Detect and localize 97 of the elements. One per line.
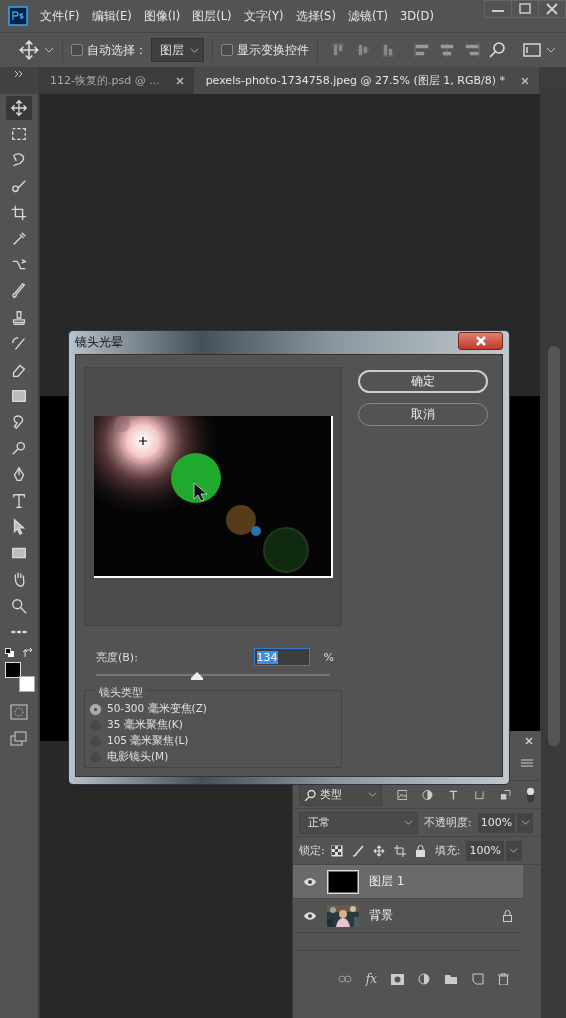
checkbox[interactable]	[71, 44, 83, 56]
menu-item[interactable]: 编辑(E)	[91, 8, 132, 24]
lens-option-label[interactable]: 电影镜头(M)	[107, 750, 169, 764]
trash-icon[interactable]	[498, 973, 509, 985]
close-button[interactable]	[458, 332, 503, 350]
menu-item[interactable]: 选择(S)	[295, 8, 336, 24]
lens-option-label[interactable]: 50-300 毫米变焦(Z)	[107, 702, 207, 716]
search-icon	[304, 788, 316, 801]
eye-icon[interactable]	[303, 876, 317, 887]
document-tab[interactable]: pexels-photo-1734758.jpeg @ 27.5% (图层 1, RGB/8) *	[193, 67, 539, 94]
radio-button[interactable]	[89, 702, 102, 716]
search-icon[interactable]	[488, 41, 506, 59]
fill-label: 填充:	[434, 843, 461, 858]
menu-item[interactable]: 3D(D)	[399, 9, 434, 23]
layer-thumbnail	[327, 869, 359, 894]
slider-thumb[interactable]	[190, 672, 203, 680]
lock-pixels-icon[interactable]	[330, 844, 343, 857]
new-layer-icon[interactable]	[472, 973, 484, 985]
zoom-icon	[10, 596, 28, 615]
brightness-label: 亮度(B):	[96, 649, 138, 665]
caret-icon	[404, 819, 413, 826]
auto-select-label: 自动选择：	[87, 41, 147, 59]
brush-icon	[10, 282, 28, 301]
opacity-label: 不透明度:	[424, 815, 472, 830]
close-icon[interactable]	[538, 0, 566, 18]
ok-button[interactable]: 确定	[358, 370, 488, 393]
brightness-field[interactable]: 134	[253, 648, 310, 666]
caret-icon	[520, 819, 530, 826]
menu-item[interactable]: 滤镜(T)	[347, 8, 388, 24]
background-color-swatch[interactable]	[19, 675, 35, 692]
lens-option-label[interactable]: 105 毫米聚焦(L)	[107, 734, 189, 748]
swap-colors-icon[interactable]	[23, 647, 33, 658]
opacity-field[interactable]: 100%	[477, 812, 516, 833]
menu-item[interactable]: 文字(Y)	[243, 8, 284, 24]
toggle-icon[interactable]	[525, 785, 535, 804]
screen-mode-icon[interactable]	[10, 729, 28, 746]
type-icon	[10, 491, 28, 510]
move-icon[interactable]	[18, 39, 40, 61]
folder-icon[interactable]	[444, 973, 458, 985]
filter-dropdown[interactable]: 类型	[299, 783, 382, 806]
lens-option-label[interactable]: 35 毫米聚焦(K)	[107, 718, 183, 732]
maximize-icon[interactable]	[511, 0, 539, 18]
stamp-icon	[10, 308, 28, 327]
adjustment-icon[interactable]	[418, 973, 430, 985]
lens-type-legend: 镜头类型	[95, 685, 147, 700]
move-icon[interactable]	[372, 844, 385, 857]
layer-row[interactable]: 图层 1	[293, 865, 523, 899]
brush-icon[interactable]	[351, 844, 364, 857]
eye-icon[interactable]	[303, 910, 317, 921]
menu-item[interactable]: 图层(L)	[192, 8, 232, 24]
workspace-icon[interactable]	[522, 42, 542, 58]
foreground-color-swatch[interactable]	[5, 661, 21, 678]
caret-icon[interactable]	[44, 46, 54, 54]
caret-icon	[190, 46, 199, 54]
show-transform-label: 显示变换控件	[237, 41, 309, 59]
adjustment-filter-icon[interactable]	[422, 788, 434, 801]
move-icon	[10, 99, 28, 117]
menu-item[interactable]: 文件(F)	[40, 8, 80, 24]
percent-unit: %	[323, 650, 334, 664]
link-icon[interactable]	[337, 975, 352, 983]
layer-name: 背景	[369, 907, 393, 924]
layer-name: 图层 1	[369, 873, 405, 890]
close-icon[interactable]	[521, 76, 529, 85]
caret-icon[interactable]	[546, 46, 556, 54]
shape-filter-icon[interactable]	[474, 788, 486, 801]
layer-style-button[interactable]: fx	[365, 972, 377, 986]
dialog-title: 镜头光晕	[75, 334, 123, 351]
cancel-button[interactable]: 取消	[358, 403, 488, 426]
checkbox[interactable]	[221, 44, 233, 56]
align-right-icon[interactable]	[463, 42, 481, 58]
caret-icon	[509, 847, 519, 854]
scrollbar[interactable]	[540, 94, 566, 1018]
align-center-icon[interactable]	[438, 42, 456, 58]
lock-label: 锁定:	[299, 843, 325, 858]
image-filter-icon[interactable]	[396, 788, 408, 801]
layer-row[interactable]: 背景	[293, 899, 523, 933]
minimize-icon[interactable]	[484, 0, 512, 18]
app-logo-icon	[8, 6, 28, 26]
fill-field[interactable]: 100%	[466, 840, 504, 861]
mask-icon[interactable]	[391, 973, 404, 985]
caret-icon	[367, 791, 377, 798]
scrollbar-thumb[interactable]	[548, 346, 560, 746]
lock-icon[interactable]	[414, 844, 426, 857]
type-filter-icon[interactable]	[448, 788, 460, 801]
default-colors-icon[interactable]	[5, 647, 15, 658]
blend-mode-dropdown[interactable]: 正常	[299, 811, 418, 834]
tool-button[interactable]	[6, 96, 32, 120]
close-icon[interactable]	[175, 76, 184, 85]
close-icon	[474, 336, 487, 346]
crop-icon	[10, 203, 28, 222]
smart-object-filter-icon[interactable]	[500, 788, 511, 801]
more-icon	[11, 629, 27, 634]
menu-item[interactable]: 图像(I)	[143, 8, 181, 24]
align-left-icon[interactable]	[413, 42, 431, 58]
auto-select-dropdown[interactable]: 图层	[151, 38, 204, 62]
artboard-icon[interactable]	[393, 844, 406, 857]
expand-icon[interactable]	[14, 70, 24, 78]
